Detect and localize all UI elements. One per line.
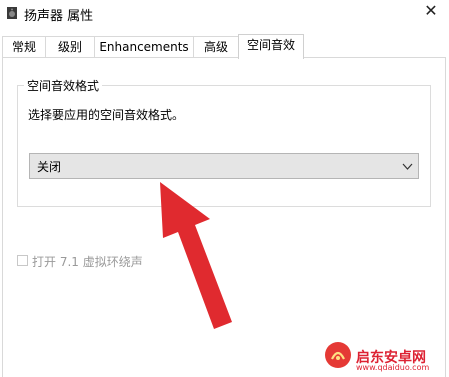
tab-strip: 常规 级别 Enhancements 高级 空间音效 [0,34,449,59]
tab-advanced[interactable]: 高级 [193,36,239,57]
tab-enhancements[interactable]: Enhancements [94,36,194,57]
spatial-format-dropdown[interactable]: 关闭 [29,153,419,179]
virtual-surround-label: 打开 7.1 虚拟环绕声 [32,255,143,269]
watermark-logo-icon [325,342,351,368]
virtual-surround-checkbox[interactable] [17,255,28,266]
watermark-url: www.qdaiduo.com [356,363,430,372]
close-button[interactable]: ✕ [413,0,449,24]
spatial-format-group [17,85,431,207]
tab-general[interactable]: 常规 [2,36,46,57]
group-title: 空间音效格式 [24,77,103,94]
title-bar: 扬声器 属性 ✕ [0,0,449,28]
speaker-icon [7,7,17,19]
window-title: 扬声器 属性 [24,9,94,24]
group-description: 选择要应用的空间音效格式。 [28,108,185,122]
watermark: 启东安卓网 www.qdaiduo.com [320,341,449,372]
tab-spatial-sound[interactable]: 空间音效 [238,34,304,59]
chevron-down-icon [402,163,413,170]
tab-levels[interactable]: 级别 [45,36,95,57]
dropdown-selected-value: 关闭 [37,160,62,174]
